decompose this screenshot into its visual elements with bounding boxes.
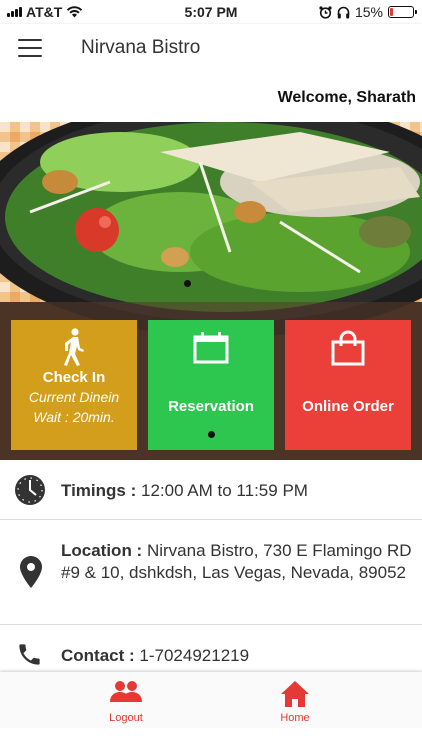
contact-label: Contact : xyxy=(61,646,135,665)
timings-value: 12:00 AM to 11:59 PM xyxy=(140,481,308,500)
page-title: Nirvana Bistro xyxy=(81,37,201,58)
online-order-tile[interactable]: Online Order xyxy=(285,320,411,450)
calendar-icon xyxy=(148,332,274,364)
location-label: Location : xyxy=(61,541,143,560)
alarm-icon xyxy=(319,5,332,19)
walking-person-icon xyxy=(11,328,137,366)
users-icon xyxy=(76,680,176,704)
clock-icon xyxy=(14,474,46,511)
shopping-bag-icon xyxy=(285,330,411,366)
timings-text: Timings : 12:00 AM to 11:59 PM xyxy=(61,480,412,502)
contact-text: Contact : 1-7024921219 xyxy=(61,645,412,667)
welcome-row: Welcome, Sharath xyxy=(0,72,422,122)
status-bar: AT&T 5:07 PM 15% xyxy=(0,0,422,24)
check-in-label: Check In xyxy=(42,369,106,386)
online-order-label: Online Order xyxy=(302,398,394,415)
logout-label: Logout xyxy=(109,712,143,724)
carousel-indicator-dot[interactable] xyxy=(208,431,215,438)
carousel-indicator-dot[interactable] xyxy=(184,280,191,287)
phone-icon[interactable] xyxy=(16,641,43,673)
wait-time-label: Wait : 20min. xyxy=(33,409,115,425)
timings-row: Timings : 12:00 AM to 11:59 PM xyxy=(0,460,422,520)
bottom-nav: Logout Home xyxy=(0,672,422,728)
home-indicator-area xyxy=(0,728,422,750)
home-button[interactable]: Home xyxy=(245,672,345,728)
logout-button[interactable]: Logout xyxy=(76,672,176,728)
contact-value[interactable]: 1-7024921219 xyxy=(139,646,249,665)
app-bar: Nirvana Bistro xyxy=(0,24,422,72)
battery-percent: 15% xyxy=(354,4,383,20)
headphones-icon xyxy=(337,6,350,18)
check-in-tile[interactable]: Check In Current Dinein Wait : 20min. xyxy=(11,320,137,450)
home-label: Home xyxy=(280,712,310,724)
home-icon xyxy=(245,680,345,708)
battery-icon xyxy=(388,6,417,18)
timings-label: Timings : xyxy=(61,481,137,500)
dinein-wait-label: Current Dinein xyxy=(28,389,120,405)
map-pin-icon[interactable] xyxy=(20,556,42,593)
reservation-tile[interactable]: Reservation xyxy=(148,320,274,450)
hamburger-menu-icon[interactable] xyxy=(18,39,42,57)
hero-banner: Check In Current Dinein Wait : 20min. Re… xyxy=(0,122,422,460)
location-text: Location : Nirvana Bistro, 730 E Flaming… xyxy=(61,540,412,584)
reservation-label: Reservation xyxy=(168,398,254,415)
battery-level-fill xyxy=(390,8,394,16)
welcome-text: Welcome, Sharath xyxy=(277,89,416,106)
location-row: Location : Nirvana Bistro, 730 E Flaming… xyxy=(0,520,422,625)
contact-row: Contact : 1-7024921219 xyxy=(0,625,422,672)
status-right: 15% xyxy=(319,4,417,20)
